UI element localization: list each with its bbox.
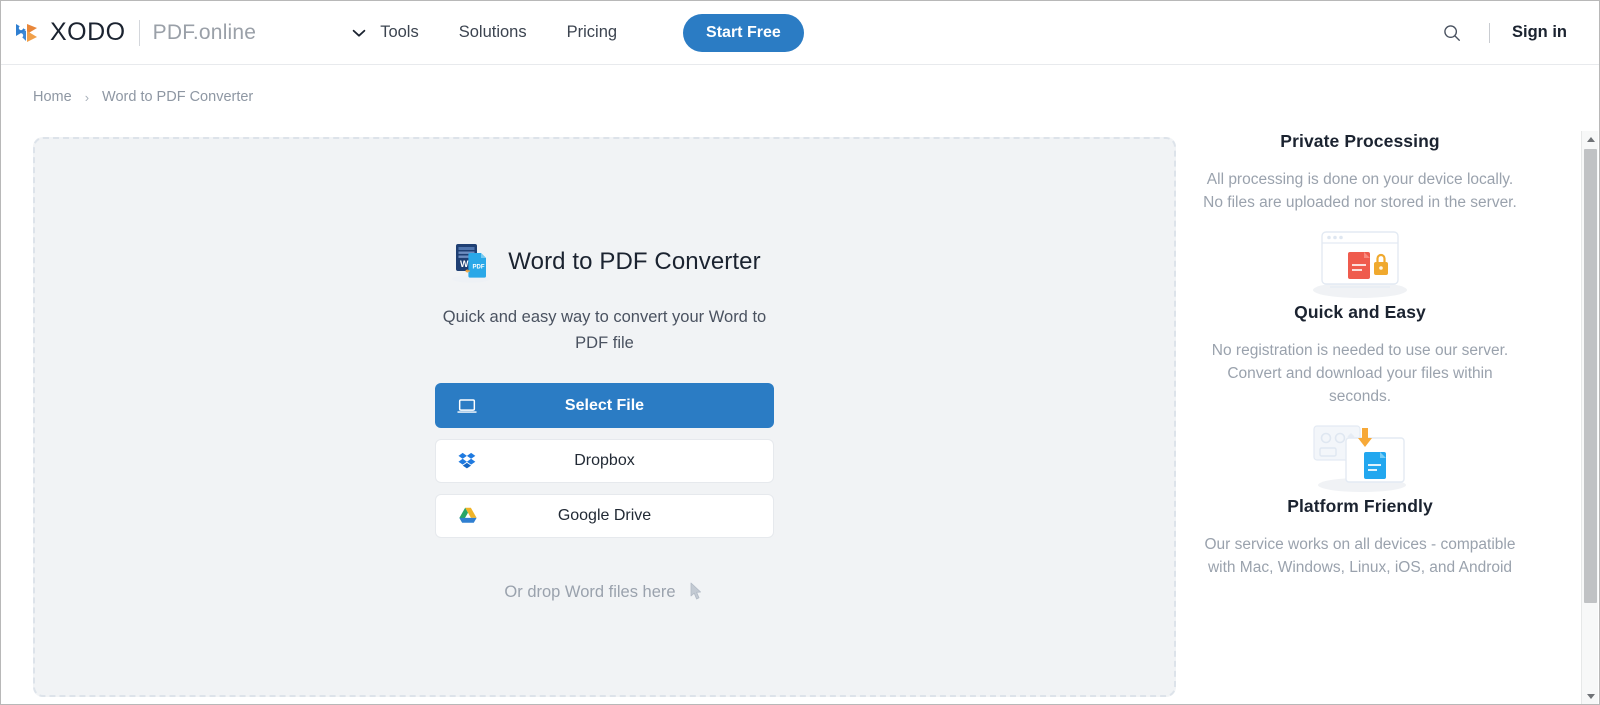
header-divider bbox=[1489, 22, 1490, 43]
feature-title: Platform Friendly bbox=[1287, 496, 1433, 516]
google-drive-icon bbox=[456, 504, 480, 528]
drop-hint-label: Or drop Word files here bbox=[504, 582, 676, 601]
brand-name: XODO bbox=[50, 18, 126, 46]
laptop-icon bbox=[455, 394, 479, 418]
search-icon[interactable] bbox=[1437, 18, 1467, 48]
word-to-pdf-icon: W PDF bbox=[448, 239, 494, 285]
chevron-down-icon[interactable] bbox=[348, 22, 370, 44]
fast-conversion-illustration-icon bbox=[1300, 418, 1420, 496]
feature-description: No registration is needed to use our ser… bbox=[1211, 342, 1509, 405]
select-file-button[interactable]: Select File bbox=[435, 383, 774, 428]
breadcrumb-separator: › bbox=[84, 89, 90, 105]
feature-private-processing: Private Processing All processing is don… bbox=[1199, 131, 1521, 302]
page-subtitle: Quick and easy way to convert your Word … bbox=[442, 308, 767, 352]
vertical-scroll-thumb[interactable] bbox=[1584, 149, 1597, 603]
breadcrumb-current: Word to PDF Converter bbox=[102, 89, 254, 105]
breadcrumb: Home › Word to PDF Converter bbox=[33, 89, 253, 105]
svg-text:PDF: PDF bbox=[473, 265, 485, 271]
brand-divider bbox=[138, 19, 140, 46]
dropbox-icon bbox=[456, 449, 480, 473]
nav-item-tools[interactable]: Tools bbox=[380, 17, 419, 48]
page-root: XODO PDF.online Tools Solutions Pricing … bbox=[0, 0, 1600, 705]
dropzone-content: W PDF Word to PDF Converter Quick and ea… bbox=[35, 239, 1174, 603]
page-title: Word to PDF Converter bbox=[508, 248, 761, 275]
nav-item-pricing[interactable]: Pricing bbox=[567, 17, 617, 48]
site-header: XODO PDF.online Tools Solutions Pricing … bbox=[1, 1, 1599, 65]
feature-description: All processing is done on your device lo… bbox=[1203, 171, 1517, 211]
drop-hint: Or drop Word files here bbox=[504, 581, 704, 603]
xodo-butterfly-logo-icon bbox=[14, 21, 42, 45]
converter-title-row: W PDF Word to PDF Converter bbox=[448, 239, 761, 285]
feature-platform-friendly: Platform Friendly Our service works on a… bbox=[1199, 496, 1521, 579]
feature-title: Private Processing bbox=[1280, 131, 1440, 151]
start-free-button[interactable]: Start Free bbox=[683, 13, 804, 52]
svg-text:W: W bbox=[460, 259, 469, 269]
google-drive-label: Google Drive bbox=[557, 507, 652, 524]
nav-item-solutions[interactable]: Solutions bbox=[459, 17, 527, 48]
feature-quick-and-easy: Quick and Easy No registration is needed… bbox=[1199, 302, 1521, 496]
breadcrumb-home-link[interactable]: Home bbox=[33, 89, 72, 105]
select-file-label: Select File bbox=[564, 396, 645, 414]
dropbox-label: Dropbox bbox=[574, 452, 635, 469]
file-dropzone[interactable]: W PDF Word to PDF Converter Quick and ea… bbox=[33, 137, 1176, 697]
scroll-up-arrow-icon[interactable] bbox=[1582, 131, 1599, 148]
feature-title: Quick and Easy bbox=[1294, 302, 1426, 322]
drop-cursor-icon bbox=[687, 581, 705, 603]
upload-source-buttons: Select File Dropbox Google Drive bbox=[435, 383, 774, 538]
sign-in-link[interactable]: Sign in bbox=[1512, 23, 1567, 42]
brand-logo[interactable]: XODO PDF.online bbox=[14, 18, 256, 47]
brand-subtitle: PDF.online bbox=[152, 20, 257, 44]
main-nav: Tools Solutions Pricing Start Free bbox=[348, 13, 804, 52]
header-actions: Sign in bbox=[1437, 18, 1579, 48]
vertical-scrollbar[interactable] bbox=[1581, 131, 1599, 704]
features-sidebar: Private Processing All processing is don… bbox=[1199, 131, 1521, 703]
scroll-down-arrow-icon[interactable] bbox=[1582, 688, 1599, 704]
feature-description: Our service works on all devices - compa… bbox=[1204, 536, 1516, 576]
google-drive-button[interactable]: Google Drive bbox=[435, 494, 774, 538]
secure-browser-pdf-lock-illustration-icon bbox=[1300, 224, 1420, 302]
dropbox-button[interactable]: Dropbox bbox=[435, 439, 774, 483]
